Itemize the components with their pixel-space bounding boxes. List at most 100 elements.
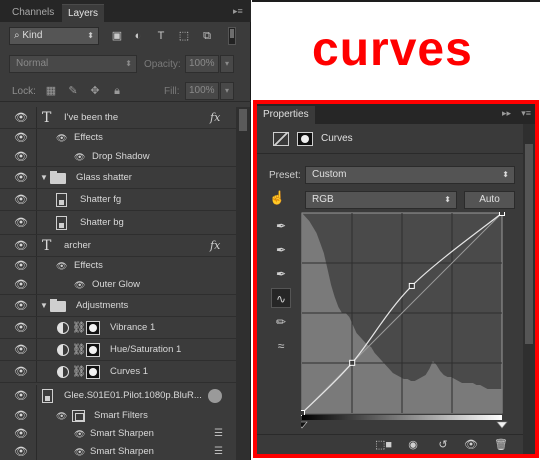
effect-row[interactable]: 👁︎ 👁︎ Outer Glow (0, 275, 236, 295)
visibility-eye-icon[interactable]: 👁︎ (14, 300, 28, 312)
layers-scrollbar-thumb[interactable] (239, 109, 247, 131)
layer-row[interactable]: 👁︎ Shatter bg (0, 211, 236, 235)
smart-filters-eye-icon[interactable]: 👁︎ (56, 411, 68, 421)
lock-pixels-brush-icon[interactable]: ✎ (66, 84, 80, 98)
effect-eye-icon[interactable]: 👁︎ (74, 152, 86, 162)
lock-all-icon[interactable]: 🔒︎ (110, 84, 124, 98)
lock-transparent-icon[interactable]: ▦ (44, 84, 58, 98)
opacity-input[interactable]: 100% (185, 55, 219, 73)
adjustment-layer-row[interactable]: 👁︎ ⛓ Vibrance 1 (0, 317, 236, 339)
clip-to-layer-icon[interactable]: ⬚■ (375, 438, 392, 452)
reset-icon[interactable]: ↺ (435, 438, 451, 452)
group-row[interactable]: 👁︎ ▼ Adjustments (0, 295, 236, 317)
visibility-eye-icon[interactable]: 👁︎ (14, 260, 28, 272)
auto-button[interactable]: Auto (464, 191, 515, 209)
link-chain-icon[interactable]: ⛓ (72, 343, 86, 356)
gray-point-eyedropper-icon[interactable]: ✒ (271, 240, 291, 260)
effects-eye-icon[interactable]: 👁︎ (56, 261, 68, 271)
curve-control-point[interactable] (349, 359, 356, 366)
lock-position-move-icon[interactable]: ✥ (88, 84, 102, 98)
collapse-icon[interactable]: ▸▸ (502, 108, 511, 119)
curve-control-point[interactable] (499, 212, 505, 216)
effects-eye-icon[interactable]: 👁︎ (56, 133, 68, 143)
layer-row[interactable]: 👁︎ T I've been the fx (0, 107, 236, 129)
layer-mask-thumbnail[interactable] (86, 364, 100, 379)
effect-eye-icon[interactable]: 👁︎ (74, 280, 86, 290)
smooth-curve-icon[interactable]: ≈ (271, 336, 291, 356)
panel-menu-icon[interactable]: ▸≡ (233, 6, 247, 16)
layer-mask-thumbnail[interactable] (86, 342, 100, 357)
effects-row[interactable]: 👁︎ 👁︎ Effects (0, 257, 236, 275)
tab-channels[interactable]: Channels (6, 4, 60, 22)
curves-graph[interactable] (301, 212, 511, 432)
filter-options-icon[interactable]: ☰ (214, 446, 223, 457)
view-previous-state-icon[interactable]: ◉ (405, 438, 421, 452)
filter-eye-icon[interactable]: 👁︎ (74, 447, 86, 457)
effect-row[interactable]: 👁︎ 👁︎ Drop Shadow (0, 147, 236, 167)
visibility-eye-icon[interactable]: 👁︎ (14, 240, 28, 252)
smart-object-filter-icon[interactable]: ⧉ (200, 29, 214, 43)
visibility-eye-icon[interactable]: 👁︎ (14, 366, 28, 378)
filter-options-icon[interactable]: ☰ (214, 428, 223, 439)
visibility-eye-icon[interactable]: 👁︎ (14, 151, 28, 163)
toggle-visibility-eye-icon[interactable]: 👁︎ (463, 438, 479, 452)
filter-eye-icon[interactable]: 👁︎ (74, 429, 86, 439)
pixel-filter-icon[interactable]: ▣ (110, 29, 124, 43)
black-input-slider[interactable] (301, 421, 308, 429)
link-chain-icon[interactable]: ⛓ (72, 365, 86, 378)
preset-select[interactable]: Custom ⬍ (305, 166, 515, 184)
on-image-adjust-hand-icon[interactable]: ☝ (269, 190, 289, 206)
visibility-eye-icon[interactable]: 👁︎ (14, 194, 28, 206)
visibility-eye-icon[interactable]: 👁︎ (14, 217, 28, 229)
adjustment-layer-row[interactable]: 👁︎ ⛓ Hue/Saturation 1 (0, 339, 236, 361)
fill-dropdown-icon[interactable]: ▾ (220, 82, 234, 100)
chevron-down-icon[interactable]: ▼ (40, 173, 48, 182)
smart-filter-row[interactable]: 👁︎ 👁︎ Smart Sharpen ☰ (0, 425, 236, 443)
white-point-eyedropper-icon[interactable]: ✒ (271, 264, 291, 284)
visibility-eye-icon[interactable]: 👁︎ (14, 390, 28, 402)
opacity-dropdown-icon[interactable]: ▾ (220, 55, 234, 73)
curves-adjustment-icon[interactable] (273, 132, 289, 146)
layer-row[interactable]: 👁︎ Glee.S01E01.Pilot.1080p.BluR... (0, 385, 236, 407)
trash-icon[interactable]: 🗑︎ (493, 438, 509, 452)
effects-row[interactable]: 👁︎ 👁︎ Effects (0, 129, 236, 147)
chevron-down-icon[interactable]: ▼ (40, 301, 48, 310)
visibility-eye-icon[interactable]: 👁︎ (14, 446, 28, 458)
channel-select[interactable]: RGB ⬍ (305, 191, 457, 209)
mask-icon[interactable] (297, 132, 313, 146)
visibility-eye-icon[interactable]: 👁︎ (14, 112, 28, 124)
tab-layers[interactable]: Layers (62, 4, 105, 22)
pencil-draw-icon[interactable]: ✏ (271, 312, 291, 332)
fx-icon[interactable]: fx (210, 239, 220, 252)
layer-row[interactable]: 👁︎ Shatter fg (0, 189, 236, 211)
visibility-eye-icon[interactable]: 👁︎ (14, 428, 28, 440)
visibility-eye-icon[interactable]: 👁︎ (14, 410, 28, 422)
smart-filters-row[interactable]: 👁︎ 👁︎ Smart Filters (0, 407, 236, 425)
link-chain-icon[interactable]: ⛓ (72, 321, 86, 334)
properties-scrollbar[interactable] (523, 124, 535, 454)
shape-filter-icon[interactable]: ⬚ (177, 29, 191, 43)
curve-control-point[interactable] (408, 282, 415, 289)
adjustment-layer-row[interactable]: 👁︎ ⛓ Curves 1 (0, 361, 236, 383)
layer-row[interactable]: 👁︎ T archer fx (0, 235, 236, 257)
fill-input[interactable]: 100% (185, 82, 219, 100)
black-point-eyedropper-icon[interactable]: ✒ (271, 216, 291, 236)
visibility-eye-icon[interactable]: 👁︎ (14, 279, 28, 291)
visibility-eye-icon[interactable]: 👁︎ (14, 132, 28, 144)
layer-mask-thumbnail[interactable] (86, 320, 100, 335)
type-filter-icon[interactable]: T (154, 29, 168, 43)
adjustment-filter-icon[interactable]: ◐ (131, 29, 145, 43)
filter-toggle[interactable] (228, 27, 236, 45)
white-input-slider[interactable] (496, 421, 508, 429)
visibility-eye-icon[interactable]: 👁︎ (14, 344, 28, 356)
filter-mask-icon[interactable] (72, 410, 85, 422)
properties-scrollbar-thumb[interactable] (525, 144, 533, 344)
fx-icon[interactable]: fx (210, 111, 220, 124)
curve-control-point[interactable] (301, 410, 305, 416)
group-row[interactable]: 👁︎ ▼ Glass shatter (0, 167, 236, 189)
tab-properties[interactable]: Properties (257, 106, 315, 124)
filter-kind-select[interactable]: ⌕ Kind ⬍ (9, 27, 99, 45)
layers-scrollbar[interactable] (236, 107, 250, 460)
blend-mode-select[interactable]: Normal ⬍ (9, 55, 137, 73)
visibility-eye-icon[interactable]: 👁︎ (14, 322, 28, 334)
